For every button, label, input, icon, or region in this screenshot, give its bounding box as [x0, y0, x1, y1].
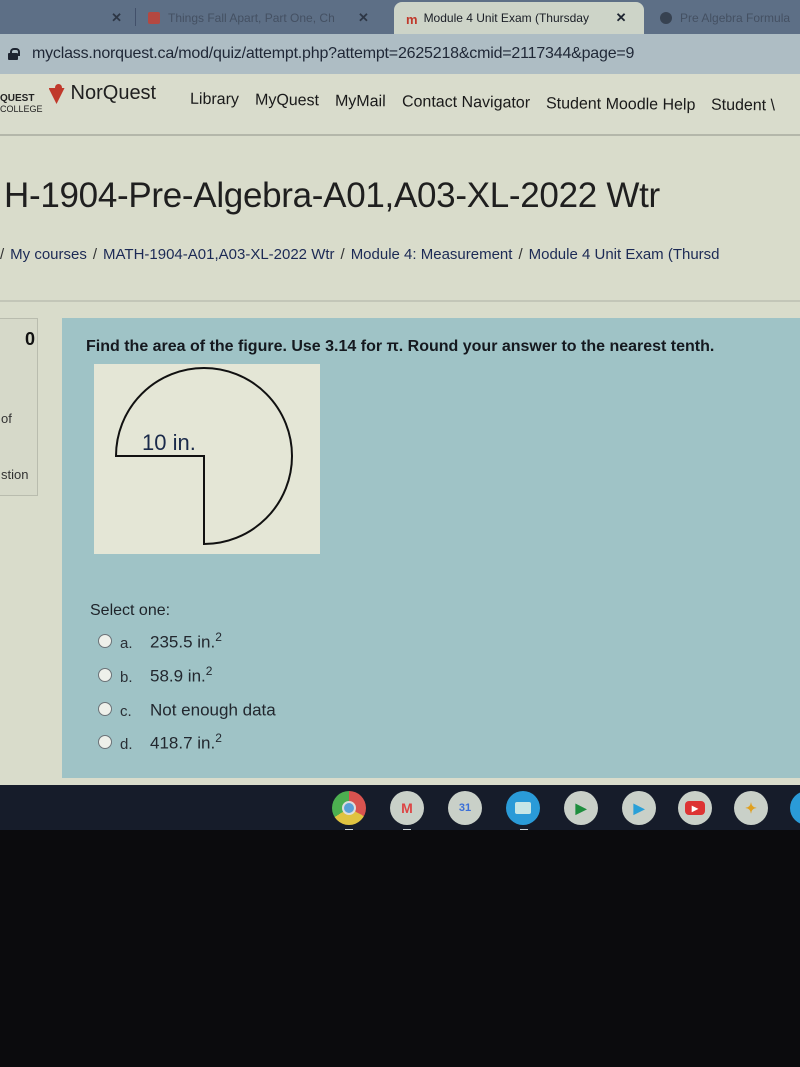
radio-c[interactable] — [98, 702, 112, 717]
tab-close-icon[interactable]: ✕ — [358, 10, 369, 26]
option-value: 418.7 in.2 — [150, 731, 222, 753]
tab-label: Things Fall Apart, Part One, Ch — [168, 11, 335, 25]
question-text: Find the area of the figure. Use 3.14 fo… — [86, 338, 715, 355]
tab-label: Module 4 Unit Exam (Thursday — [423, 11, 589, 25]
calendar-icon[interactable]: 31 — [448, 791, 482, 825]
question-number: 0 — [24, 329, 35, 349]
option-letter: a. — [120, 634, 133, 652]
figure-outline — [114, 367, 293, 546]
breadcrumb-separator: / — [0, 246, 5, 263]
globe-icon — [660, 12, 672, 24]
figure-radius-label: 10 in. — [142, 430, 196, 455]
breadcrumb-module[interactable]: Module 4: Measurement — [351, 246, 513, 263]
tab-4[interactable]: Pre Algebra Formula — [652, 2, 800, 34]
select-one-label: Select one: — [90, 602, 171, 619]
play-store-icon[interactable]: ▶ — [622, 791, 656, 825]
option-letter: b. — [120, 668, 133, 686]
logo-sub: COLLEGE — [0, 104, 43, 114]
gmail-icon[interactable]: M — [390, 791, 424, 825]
running-indicator — [520, 829, 528, 830]
tab-label: Pre Algebra Formula — [680, 11, 791, 25]
divider — [0, 300, 800, 302]
option-value: Not enough data — [150, 700, 276, 720]
chrome-icon[interactable] — [332, 791, 366, 825]
nav-contact-navigator[interactable]: Contact Navigator — [401, 93, 530, 115]
tab-close-icon[interactable]: ✕ — [616, 10, 627, 26]
moodle-icon: m — [406, 12, 418, 27]
tab-strip: ✕ Things Fall Apart, Part One, Ch ✕ m Mo… — [0, 0, 800, 34]
breadcrumb-exam[interactable]: Module 4 Unit Exam (Thursd — [529, 246, 720, 263]
site-nav: Library MyQuest MyMail Contact Navigator… — [190, 91, 775, 116]
answer-option-a[interactable]: a. 235.5 in.2 — [98, 630, 222, 653]
option-letter: d. — [120, 735, 133, 753]
running-indicator — [403, 829, 411, 830]
radio-d[interactable] — [98, 735, 112, 750]
flag-question-link[interactable]: stion — [1, 467, 28, 482]
youtube-icon — [148, 12, 160, 24]
logo-name: NorQuest — [70, 82, 157, 104]
breadcrumb: / My courses / MATH-1904-A01,A03-XL-2022… — [0, 246, 720, 263]
address-bar[interactable]: myclass.norquest.ca/mod/quiz/attempt.php… — [0, 34, 800, 74]
course-title: H-1904-Pre-Algebra-A01,A03-XL-2022 Wtr — [4, 176, 660, 215]
answer-option-c[interactable]: c. Not enough data — [98, 698, 276, 721]
nav-myquest[interactable]: MyQuest — [255, 92, 319, 116]
nav-student-more[interactable]: Student \ — [711, 97, 775, 116]
photos-icon[interactable]: ✦ — [734, 791, 768, 825]
question-info-box: 0 of stion — [0, 318, 38, 496]
youtube-icon[interactable]: ▶ — [678, 791, 712, 825]
site-header: QUEST COLLEGE NorQuest Library MyQuest M… — [0, 74, 800, 136]
option-value: 235.5 in.2 — [150, 630, 222, 652]
answer-option-d[interactable]: d. 418.7 in.2 — [98, 731, 222, 754]
nav-mymail[interactable]: MyMail — [335, 93, 386, 116]
option-letter: c. — [120, 702, 132, 720]
os-shelf: M 31 ▶ ▶ ▶ ✦ — [0, 785, 800, 830]
three-quarter-circle-diagram: 10 in. — [114, 367, 293, 546]
question-info-text: of — [1, 411, 12, 426]
option-value: 58.9 in.2 — [150, 664, 213, 686]
url-text[interactable]: myclass.norquest.ca/mod/quiz/attempt.php… — [32, 45, 634, 63]
question-figure: 10 in. — [94, 364, 320, 554]
breadcrumb-my-courses[interactable]: My courses — [10, 246, 87, 263]
screen: ✕ Things Fall Apart, Part One, Ch ✕ m Mo… — [0, 0, 800, 830]
running-indicator — [345, 829, 353, 830]
tab-close-icon[interactable]: ✕ — [111, 10, 122, 26]
lock-icon — [8, 48, 20, 60]
nav-library[interactable]: Library — [190, 91, 239, 116]
files-icon[interactable] — [506, 791, 540, 825]
norquest-logo[interactable]: QUEST COLLEGE NorQuest — [0, 82, 157, 114]
tab-3-active[interactable]: m Module 4 Unit Exam (Thursday ✕ — [394, 2, 644, 34]
answer-option-b[interactable]: b. 58.9 in.2 — [98, 664, 212, 687]
more-app-icon[interactable] — [790, 791, 800, 825]
logo-word: QUEST — [0, 93, 35, 104]
logo-mark-icon — [47, 84, 67, 106]
tab-1[interactable]: ✕ — [0, 2, 130, 34]
nav-student-moodle-help[interactable]: Student Moodle Help — [546, 95, 696, 116]
tab-2[interactable]: Things Fall Apart, Part One, Ch ✕ — [148, 2, 388, 34]
breadcrumb-separator: / — [340, 246, 345, 263]
radio-a[interactable] — [98, 634, 112, 649]
radio-b[interactable] — [98, 668, 112, 683]
breadcrumb-course[interactable]: MATH-1904-A01,A03-XL-2022 Wtr — [103, 246, 334, 263]
breadcrumb-separator: / — [92, 246, 98, 263]
question-panel: Find the area of the figure. Use 3.14 fo… — [62, 318, 800, 778]
tab-separator — [135, 8, 136, 26]
breadcrumb-separator: / — [518, 246, 523, 263]
meet-icon[interactable]: ▶ — [564, 791, 598, 825]
